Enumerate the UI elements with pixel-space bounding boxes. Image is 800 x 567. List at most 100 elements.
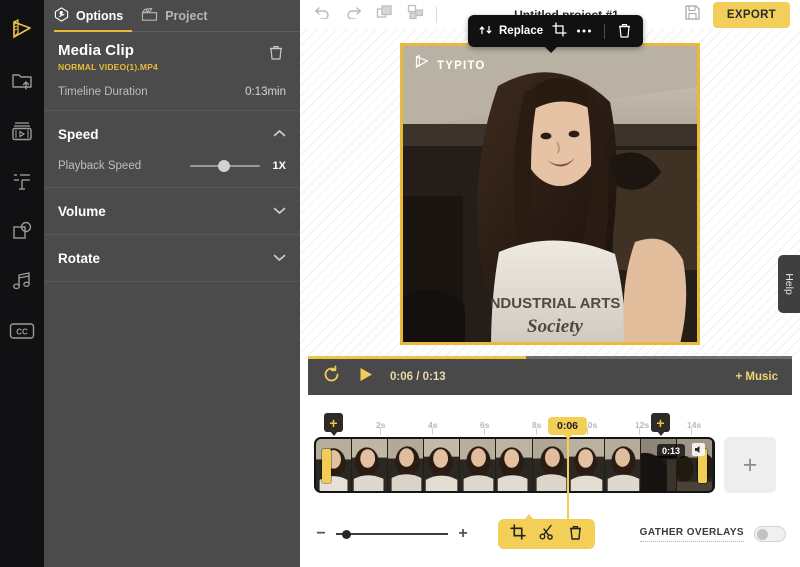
media-clip-section: Media Clip NORMAL VIDEO(1).MP4 Timeline … — [44, 32, 300, 111]
undo-button[interactable] — [314, 5, 331, 24]
gather-overlays-toggle[interactable] — [754, 526, 786, 542]
split-tool-button[interactable] — [539, 524, 555, 545]
rail-item-upload[interactable] — [0, 56, 44, 106]
scissors-icon — [539, 524, 555, 545]
tool-rail: CC — [0, 0, 44, 567]
progress-track[interactable] — [308, 356, 792, 359]
duplicate-icon — [376, 4, 393, 25]
play-button[interactable] — [357, 366, 374, 388]
speed-section-header[interactable]: Speed — [58, 125, 286, 143]
delete-button[interactable] — [617, 22, 632, 41]
zoom-out-button[interactable]: − — [314, 526, 328, 542]
playback-time: 0:06 / 0:13 — [390, 371, 446, 383]
rail-item-music[interactable] — [0, 256, 44, 306]
captions-cc-icon: CC — [9, 322, 35, 340]
crop-tool-button[interactable] — [510, 524, 526, 545]
ruler-tick-mark — [380, 428, 381, 435]
redo-icon — [345, 5, 362, 24]
timeline: + 2s 4s 6s 8s 10 — [300, 395, 800, 567]
rail-item-video[interactable] — [0, 106, 44, 156]
rotate-section-header[interactable]: Rotate — [58, 249, 286, 267]
clip-thumbnail — [496, 439, 532, 491]
playback-speed-slider[interactable] — [190, 159, 260, 173]
plus-icon: + — [656, 416, 664, 430]
crop-button[interactable] — [552, 22, 567, 40]
more-dots-icon — [576, 25, 592, 37]
ruler-tick: 14s — [687, 415, 701, 433]
shapes-icon — [11, 220, 33, 242]
tab-options[interactable]: Options — [54, 0, 123, 32]
text-icon — [11, 170, 33, 192]
video-preview-frame[interactable]: NDUSTRIAL ARTS Society — [400, 43, 700, 345]
slider-knob[interactable] — [218, 160, 230, 172]
logo-icon — [9, 18, 35, 44]
playhead-time-badge[interactable]: 0:06 — [548, 417, 587, 435]
clip-context-toolbar: Replace — [468, 15, 643, 47]
topbar-right-actions: EXPORT — [684, 2, 790, 28]
add-music-button[interactable]: + Music — [735, 371, 778, 383]
save-button[interactable] — [684, 4, 701, 26]
volume-icon[interactable] — [692, 443, 705, 461]
ruler-tick-mark — [639, 428, 640, 435]
ruler-tick-mark — [536, 428, 537, 435]
trash-icon — [568, 524, 583, 545]
save-disk-icon — [684, 4, 701, 26]
context-toolbar-divider — [604, 24, 605, 39]
logo-icon — [413, 54, 431, 77]
video-frame-image: NDUSTRIAL ARTS Society — [403, 46, 697, 342]
crop-icon — [510, 524, 526, 545]
loop-button[interactable] — [322, 365, 341, 389]
ruler-tick: 2s — [376, 415, 385, 433]
timeline-controls: − + — [314, 519, 786, 549]
help-tab[interactable]: Help — [778, 255, 800, 313]
media-clip-title: Media Clip — [58, 42, 158, 59]
trim-handle-left[interactable] — [322, 449, 331, 483]
trash-icon — [617, 22, 632, 41]
watermark-label: TYPITO — [437, 60, 486, 72]
clip-duration-badge: 0:13 — [657, 444, 685, 458]
rail-item-logo[interactable] — [0, 6, 44, 56]
zoom-in-button[interactable]: + — [456, 526, 470, 542]
video-editor-app: CC Options — [0, 0, 800, 567]
rail-item-text[interactable] — [0, 156, 44, 206]
trash-icon — [268, 48, 284, 65]
rail-item-graphics[interactable] — [0, 206, 44, 256]
gather-overlays-label[interactable]: GATHER OVERLAYS — [640, 527, 744, 542]
delete-clip-button[interactable] — [266, 42, 286, 68]
group-button[interactable] — [407, 4, 424, 25]
tab-project[interactable]: Project — [141, 0, 207, 32]
replace-button[interactable]: Replace — [479, 23, 543, 40]
export-button[interactable]: EXPORT — [713, 2, 790, 28]
add-overlay-marker-end[interactable]: + — [651, 413, 670, 432]
edit-actions — [314, 4, 424, 25]
delete-tool-button[interactable] — [568, 524, 583, 545]
rail-item-captions[interactable]: CC — [0, 306, 44, 356]
clip-thumbnail — [569, 439, 605, 491]
media-clip-header: Media Clip NORMAL VIDEO(1).MP4 — [58, 42, 286, 72]
panel-tab-bar: Options Project — [44, 0, 300, 32]
loop-icon — [322, 365, 341, 389]
timeline-zoom-slider[interactable] — [336, 527, 448, 541]
svg-text:CC: CC — [16, 328, 28, 337]
add-overlay-marker-start[interactable]: + — [324, 413, 343, 432]
add-media-button[interactable]: + — [724, 437, 776, 493]
ruler-tick-mark — [587, 428, 588, 435]
volume-section-title: Volume — [58, 204, 106, 219]
timeline-clip[interactable]: 0:13 — [314, 437, 715, 493]
playhead[interactable]: 0:06 — [548, 417, 587, 435]
playhead-line — [567, 439, 569, 534]
clip-thumbnail — [352, 439, 388, 491]
redo-button[interactable] — [345, 5, 362, 24]
folder-upload-icon — [11, 70, 33, 92]
gather-overlays-control: GATHER OVERLAYS — [640, 526, 786, 542]
ruler-tick: 6s — [480, 415, 489, 433]
svg-text:Society: Society — [527, 316, 583, 337]
zoom-knob[interactable] — [342, 530, 351, 539]
tab-options-label: Options — [76, 9, 123, 23]
tab-active-indicator — [54, 30, 132, 33]
player-bar: 0:06 / 0:13 + Music — [308, 359, 792, 395]
volume-section-header[interactable]: Volume — [58, 202, 286, 220]
timeline-track: 0:13 + — [314, 437, 786, 493]
more-options-button[interactable] — [576, 25, 592, 37]
duplicate-button[interactable] — [376, 4, 393, 25]
